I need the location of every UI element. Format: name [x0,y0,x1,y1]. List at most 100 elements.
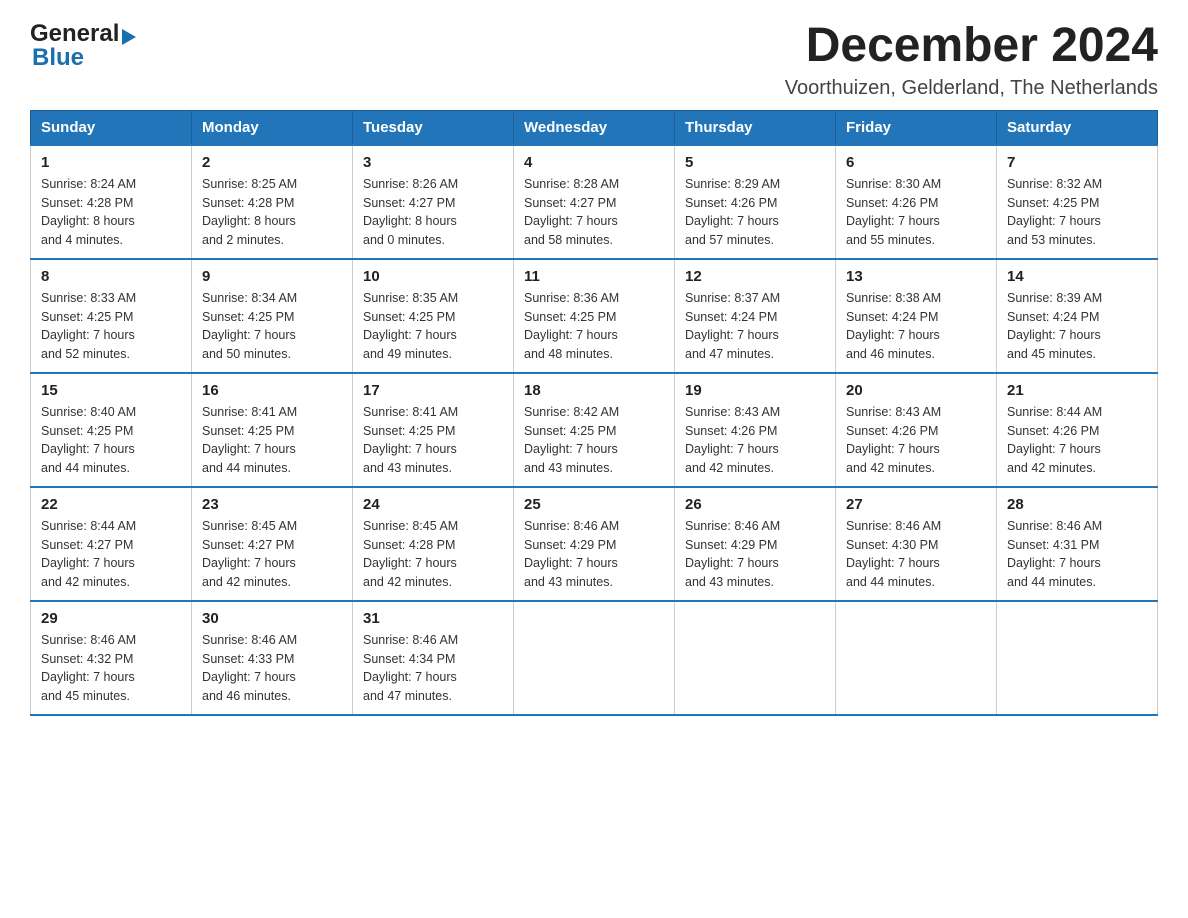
calendar-cell: 22 Sunrise: 8:44 AM Sunset: 4:27 PM Dayli… [31,487,192,601]
calendar-week-1: 1 Sunrise: 8:24 AM Sunset: 4:28 PM Daylig… [31,145,1158,259]
day-info: Sunrise: 8:39 AM Sunset: 4:24 PM Dayligh… [1007,289,1147,364]
calendar-cell: 1 Sunrise: 8:24 AM Sunset: 4:28 PM Daylig… [31,145,192,259]
day-info: Sunrise: 8:46 AM Sunset: 4:31 PM Dayligh… [1007,517,1147,592]
day-number: 25 [524,496,664,513]
day-number: 12 [685,268,825,285]
calendar-cell: 4 Sunrise: 8:28 AM Sunset: 4:27 PM Daylig… [514,145,675,259]
calendar-body: 1 Sunrise: 8:24 AM Sunset: 4:28 PM Daylig… [31,145,1158,715]
day-number: 11 [524,268,664,285]
day-info: Sunrise: 8:34 AM Sunset: 4:25 PM Dayligh… [202,289,342,364]
day-number: 4 [524,154,664,171]
calendar-cell: 15 Sunrise: 8:40 AM Sunset: 4:25 PM Dayli… [31,373,192,487]
header-day-saturday: Saturday [997,110,1158,145]
day-number: 19 [685,382,825,399]
day-number: 16 [202,382,342,399]
day-number: 8 [41,268,181,285]
calendar-cell: 2 Sunrise: 8:25 AM Sunset: 4:28 PM Daylig… [192,145,353,259]
calendar-cell: 14 Sunrise: 8:39 AM Sunset: 4:24 PM Dayli… [997,259,1158,373]
day-info: Sunrise: 8:32 AM Sunset: 4:25 PM Dayligh… [1007,175,1147,250]
calendar-cell: 24Sunrise: 8:45 AM Sunset: 4:28 PM Dayli… [353,487,514,601]
calendar-cell: 11 Sunrise: 8:36 AM Sunset: 4:25 PM Dayli… [514,259,675,373]
day-info: Sunrise: 8:41 AM Sunset: 4:25 PM Dayligh… [363,403,503,478]
calendar-cell [836,601,997,715]
header-row: SundayMondayTuesdayWednesdayThursdayFrid… [31,110,1158,145]
calendar-week-3: 15 Sunrise: 8:40 AM Sunset: 4:25 PM Dayli… [31,373,1158,487]
day-number: 23 [202,496,342,513]
day-info: Sunrise: 8:41 AM Sunset: 4:25 PM Dayligh… [202,403,342,478]
header-day-sunday: Sunday [31,110,192,145]
day-number: 21 [1007,382,1147,399]
calendar-cell: 6 Sunrise: 8:30 AM Sunset: 4:26 PM Daylig… [836,145,997,259]
day-info: Sunrise: 8:37 AM Sunset: 4:24 PM Dayligh… [685,289,825,364]
day-number: 1 [41,154,181,171]
calendar-header: SundayMondayTuesdayWednesdayThursdayFrid… [31,110,1158,145]
day-info: Sunrise: 8:28 AM Sunset: 4:27 PM Dayligh… [524,175,664,250]
calendar-cell: 10Sunrise: 8:35 AM Sunset: 4:25 PM Dayli… [353,259,514,373]
day-info: Sunrise: 8:29 AM Sunset: 4:26 PM Dayligh… [685,175,825,250]
header-day-monday: Monday [192,110,353,145]
header-day-thursday: Thursday [675,110,836,145]
calendar-week-4: 22 Sunrise: 8:44 AM Sunset: 4:27 PM Dayli… [31,487,1158,601]
day-number: 15 [41,382,181,399]
day-info: Sunrise: 8:45 AM Sunset: 4:27 PM Dayligh… [202,517,342,592]
calendar-week-5: 29 Sunrise: 8:46 AM Sunset: 4:32 PM Dayli… [31,601,1158,715]
day-info: Sunrise: 8:26 AM Sunset: 4:27 PM Dayligh… [363,175,503,250]
day-number: 18 [524,382,664,399]
day-info: Sunrise: 8:46 AM Sunset: 4:30 PM Dayligh… [846,517,986,592]
day-number: 27 [846,496,986,513]
logo-arrow-icon [122,29,136,45]
day-info: Sunrise: 8:33 AM Sunset: 4:25 PM Dayligh… [41,289,181,364]
calendar-week-2: 8 Sunrise: 8:33 AM Sunset: 4:25 PM Daylig… [31,259,1158,373]
day-info: Sunrise: 8:30 AM Sunset: 4:26 PM Dayligh… [846,175,986,250]
day-info: Sunrise: 8:44 AM Sunset: 4:27 PM Dayligh… [41,517,181,592]
calendar-cell: 17Sunrise: 8:41 AM Sunset: 4:25 PM Dayli… [353,373,514,487]
day-number: 9 [202,268,342,285]
calendar-cell: 25 Sunrise: 8:46 AM Sunset: 4:29 PM Dayli… [514,487,675,601]
calendar-cell: 9 Sunrise: 8:34 AM Sunset: 4:25 PM Daylig… [192,259,353,373]
day-info: Sunrise: 8:43 AM Sunset: 4:26 PM Dayligh… [685,403,825,478]
day-info: Sunrise: 8:42 AM Sunset: 4:25 PM Dayligh… [524,403,664,478]
location-subtitle: Voorthuizen, Gelderland, The Netherlands [785,77,1158,100]
calendar-cell: 26 Sunrise: 8:46 AM Sunset: 4:29 PM Dayli… [675,487,836,601]
header-day-tuesday: Tuesday [353,110,514,145]
day-number: 13 [846,268,986,285]
day-number: 2 [202,154,342,171]
day-info: Sunrise: 8:44 AM Sunset: 4:26 PM Dayligh… [1007,403,1147,478]
calendar-cell: 19 Sunrise: 8:43 AM Sunset: 4:26 PM Dayli… [675,373,836,487]
day-number: 22 [41,496,181,513]
day-number: 26 [685,496,825,513]
day-info: Sunrise: 8:46 AM Sunset: 4:29 PM Dayligh… [524,517,664,592]
day-number: 14 [1007,268,1147,285]
day-number: 29 [41,610,181,627]
day-info: Sunrise: 8:38 AM Sunset: 4:24 PM Dayligh… [846,289,986,364]
calendar-cell: 27 Sunrise: 8:46 AM Sunset: 4:30 PM Dayli… [836,487,997,601]
day-info: Sunrise: 8:46 AM Sunset: 4:29 PM Dayligh… [685,517,825,592]
calendar-cell: 30Sunrise: 8:46 AM Sunset: 4:33 PM Dayli… [192,601,353,715]
calendar-cell [997,601,1158,715]
day-number: 10 [363,268,503,285]
calendar-cell: 23 Sunrise: 8:45 AM Sunset: 4:27 PM Dayli… [192,487,353,601]
calendar-cell: 28Sunrise: 8:46 AM Sunset: 4:31 PM Dayli… [997,487,1158,601]
calendar-cell: 18 Sunrise: 8:42 AM Sunset: 4:25 PM Dayli… [514,373,675,487]
calendar-cell: 5Sunrise: 8:29 AM Sunset: 4:26 PM Daylig… [675,145,836,259]
header-day-friday: Friday [836,110,997,145]
day-number: 24 [363,496,503,513]
calendar-cell [514,601,675,715]
calendar-cell: 12 Sunrise: 8:37 AM Sunset: 4:24 PM Dayli… [675,259,836,373]
calendar-cell: 31Sunrise: 8:46 AM Sunset: 4:34 PM Dayli… [353,601,514,715]
day-info: Sunrise: 8:25 AM Sunset: 4:28 PM Dayligh… [202,175,342,250]
page-header: General Blue December 2024 Voorthuizen, … [30,20,1158,100]
calendar-cell: 20Sunrise: 8:43 AM Sunset: 4:26 PM Dayli… [836,373,997,487]
day-number: 6 [846,154,986,171]
logo: General Blue [30,20,136,72]
day-info: Sunrise: 8:40 AM Sunset: 4:25 PM Dayligh… [41,403,181,478]
day-info: Sunrise: 8:46 AM Sunset: 4:33 PM Dayligh… [202,631,342,706]
calendar-cell: 16 Sunrise: 8:41 AM Sunset: 4:25 PM Dayli… [192,373,353,487]
title-block: December 2024 Voorthuizen, Gelderland, T… [785,20,1158,100]
day-number: 7 [1007,154,1147,171]
day-info: Sunrise: 8:36 AM Sunset: 4:25 PM Dayligh… [524,289,664,364]
day-info: Sunrise: 8:24 AM Sunset: 4:28 PM Dayligh… [41,175,181,250]
day-info: Sunrise: 8:46 AM Sunset: 4:32 PM Dayligh… [41,631,181,706]
header-day-wednesday: Wednesday [514,110,675,145]
month-title: December 2024 [785,20,1158,73]
